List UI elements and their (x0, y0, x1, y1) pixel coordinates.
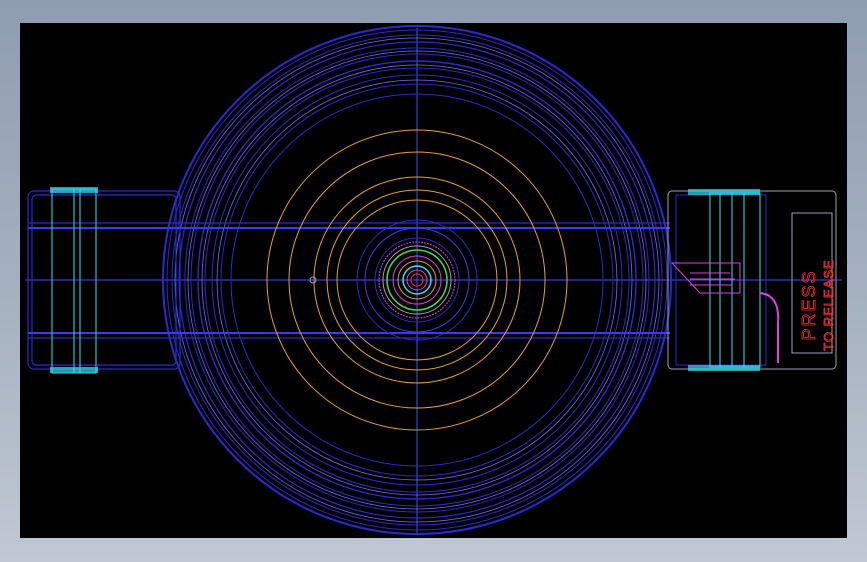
cad-viewport[interactable]: PRESS TO RELEASE (20, 23, 847, 538)
cad-drawing: PRESS TO RELEASE (25, 25, 842, 535)
label-press: PRESS (799, 269, 819, 340)
release-label: PRESS TO RELEASE (799, 259, 837, 351)
label-to-release: TO RELEASE (821, 259, 836, 350)
